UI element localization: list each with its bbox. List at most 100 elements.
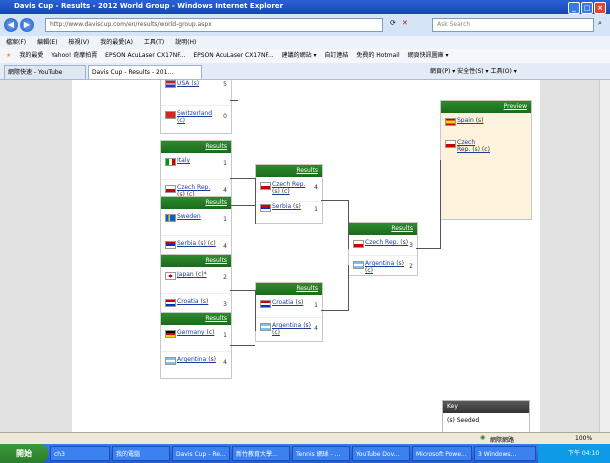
match-box: Results Czech Rep. (s) (c) 4 Serbia (s) 1 [255, 164, 323, 224]
security-zone: 網際網路 [490, 437, 515, 444]
start-button[interactable]: 開始 [0, 444, 48, 463]
maximize-button[interactable]: □ [581, 2, 593, 14]
score: 1 [223, 160, 227, 167]
player-link[interactable]: Czech Rep. (s) [365, 239, 409, 246]
player-link[interactable]: Switzerland (c) [177, 110, 217, 124]
score: 4 [314, 184, 318, 191]
results-link[interactable]: Results [205, 315, 227, 322]
flag-czech-icon [260, 182, 271, 190]
player-link[interactable]: Italy [177, 157, 217, 164]
player-link[interactable]: Argentina (s) (c) [365, 260, 409, 274]
tab-label: Davis Cup - Results - 201... [92, 69, 174, 76]
minimize-button[interactable]: _ [568, 2, 580, 14]
match-box-final: Preview Spain (s) Czech Rep. (s) (c) [440, 100, 532, 220]
address-toolbar: ◀ ▶ http://www.daviscup.com/en/results/w… [0, 14, 610, 36]
player-name: Argentina [365, 260, 395, 267]
results-link[interactable]: Results [205, 143, 227, 150]
vertical-scrollbar[interactable] [599, 80, 610, 432]
tab-daviscup[interactable]: Davis Cup - Results - 201... [88, 65, 202, 79]
taskbar-button[interactable]: Davis Cup - Re... [172, 446, 230, 461]
player-link[interactable]: Argentina (s) (c) [272, 322, 320, 336]
score: 4 [223, 243, 227, 250]
taskbar-button[interactable]: 我的電腦 [112, 446, 170, 461]
flag-italy-icon [165, 158, 176, 166]
player-link[interactable]: USA (s) [177, 80, 217, 87]
player-seed: (s) [208, 356, 217, 363]
search-placeholder: Ask Search [437, 21, 471, 28]
fav-item[interactable]: 自訂連結 [324, 49, 348, 63]
results-link[interactable]: Results [205, 199, 227, 206]
fav-item[interactable]: Yahoo! 奇摩拍賣 [51, 49, 97, 63]
legend-key: Key (s) Seeded [442, 400, 530, 434]
match-box-semifinal: Results Czech Rep. (s) 3 Argentina (s) (… [348, 222, 418, 276]
close-button[interactable]: × [594, 2, 606, 14]
key-title: Key [443, 401, 529, 413]
player-name: Argentina [177, 356, 207, 363]
player-name: Spain [457, 117, 474, 124]
score: 3 [223, 301, 227, 308]
taskbar-button[interactable]: ch3 [50, 446, 110, 461]
taskbar-button[interactable]: YouTube Dov... [352, 446, 410, 461]
flag-sweden-icon [165, 214, 176, 222]
zoom-level[interactable]: 100% [575, 435, 592, 442]
score: 3 [409, 242, 413, 249]
player-link[interactable]: Croatia (s) [272, 299, 312, 306]
forward-button[interactable]: ▶ [20, 18, 34, 32]
taskbar-button[interactable]: 3 Windows... [474, 446, 536, 461]
address-input[interactable]: http://www.daviscup.com/en/results/world… [45, 18, 383, 32]
search-icon[interactable]: ⌕ [598, 19, 602, 28]
tab-label: 網際快速 - YouTube [8, 69, 63, 76]
player-link[interactable]: Croatia (s) [177, 298, 217, 305]
player-link[interactable]: Czech Rep. (s) (c) [457, 139, 497, 153]
player-name: Czech Rep. [272, 181, 306, 188]
menu-tools[interactable]: 工具(T) [144, 39, 164, 46]
left-margin [0, 80, 72, 432]
key-item: (s) Seeded [447, 417, 480, 424]
fav-item[interactable]: 免費的 Hotmail [356, 49, 399, 63]
player-link[interactable]: Germany (c) [177, 329, 217, 336]
fav-item[interactable]: EPSON AcuLaser CX17NF... [105, 49, 185, 63]
stop-icon[interactable]: ✕ [402, 19, 408, 27]
taskbar-button[interactable]: Tennis 網球 - ... [292, 446, 350, 461]
menu-file[interactable]: 檔案(F) [6, 39, 26, 46]
player-link[interactable]: Czech Rep. (s) (c) [272, 181, 312, 195]
results-link[interactable]: Results [205, 257, 227, 264]
refresh-icon[interactable]: ⟳ [390, 19, 396, 27]
menu-view[interactable]: 檢視(V) [68, 39, 89, 46]
menu-help[interactable]: 說明(H) [175, 39, 196, 46]
player-name: Czech [457, 139, 476, 146]
player-link[interactable]: Serbia (s) (c) [177, 240, 217, 247]
taskbar-button[interactable]: Microsoft Powe... [412, 446, 472, 461]
fav-item[interactable]: 我的最愛 [19, 49, 43, 63]
menu-favorites[interactable]: 我的最愛(A) [100, 39, 133, 46]
player-seed: (c) [206, 329, 215, 336]
search-input[interactable]: Ask Search [432, 18, 594, 32]
back-button[interactable]: ◀ [4, 18, 18, 32]
score: 4 [223, 359, 227, 366]
flag-croatia-icon [260, 300, 271, 308]
player-link[interactable]: Spain (s) [457, 117, 497, 124]
player-link[interactable]: Argentina (s) [177, 356, 217, 363]
results-link[interactable]: Results [391, 225, 413, 232]
results-link[interactable]: Results [296, 285, 318, 292]
command-bar[interactable]: 網頁(P) ▾ 安全性(S) ▾ 工具(O) ▾ [430, 65, 517, 78]
taskbar-button[interactable]: 新竹教育大學... [232, 446, 290, 461]
player-link[interactable]: Serbia (s) [272, 203, 312, 210]
flag-spain-icon [445, 118, 456, 126]
player-name: Croatia [177, 298, 199, 305]
player-link[interactable]: Japan (c)* [177, 271, 217, 278]
player-name: Argentina [272, 322, 302, 329]
connector-line [230, 290, 256, 331]
match-box: Results Germany (c) 1 Argentina (s) 4 [160, 312, 232, 379]
menu-edit[interactable]: 編輯(E) [37, 39, 57, 46]
fav-star-icon[interactable]: ★ [6, 49, 11, 63]
tab-youtube[interactable]: 網際快速 - YouTube [4, 65, 86, 79]
player-link[interactable]: Sweden [177, 213, 217, 220]
flag-serbia-icon [260, 204, 271, 212]
fav-item[interactable]: EPSON AcuLaser CX17NF... [193, 49, 273, 63]
player-name: Croatia [272, 299, 294, 306]
preview-link[interactable]: Preview [504, 103, 527, 110]
results-link[interactable]: Results [296, 167, 318, 174]
fav-item[interactable]: 建議的網站 ▾ [282, 49, 317, 63]
fav-item[interactable]: 網頁快訊圖庫 ▾ [408, 49, 449, 63]
